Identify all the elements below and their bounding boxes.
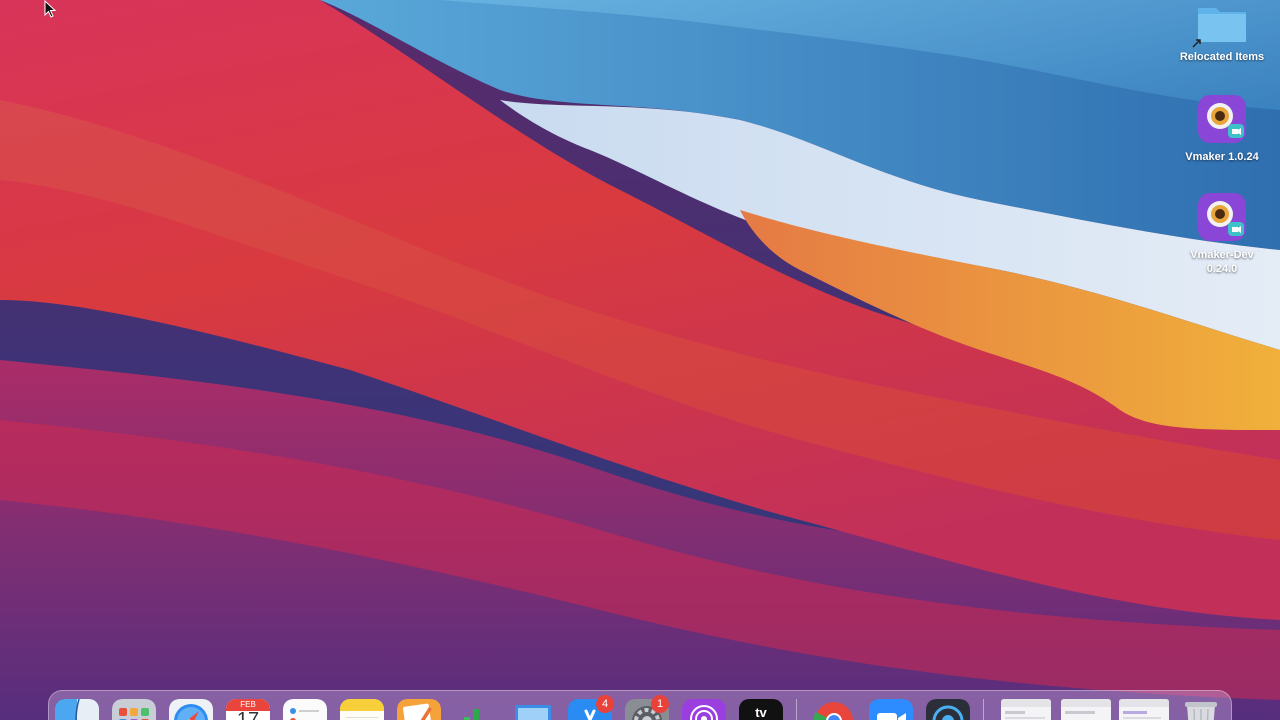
vmaker-app-icon: [1195, 92, 1249, 146]
finder-icon: [55, 699, 99, 720]
dock-item-reminders[interactable]: [283, 699, 327, 720]
app-store-badge: 4: [596, 695, 614, 713]
dock-item-minimized-window-2[interactable]: [1061, 699, 1111, 720]
desktop-icon-vmaker[interactable]: Vmaker 1.0.24: [1172, 92, 1272, 164]
vmaker-app-icon: [1195, 190, 1249, 244]
desktop-icon-label: Vmaker-Dev 0.24.0: [1190, 249, 1254, 275]
notes-icon: [340, 699, 384, 720]
dock-item-keynote[interactable]: [511, 699, 555, 720]
dock-item-launchpad[interactable]: [112, 699, 156, 720]
dock-item-calendar[interactable]: FEB 17: [226, 699, 270, 720]
desktop-icon-vmaker-dev[interactable]: Vmaker-Dev 0.24.0: [1172, 190, 1272, 276]
dock-item-finder[interactable]: [55, 699, 99, 720]
dock-separator: [983, 699, 984, 720]
zoom-icon: [869, 699, 913, 720]
window-thumbnail-icon: [1001, 699, 1051, 719]
window-thumbnail-icon: [1119, 699, 1169, 719]
dock-item-minimized-window-1[interactable]: [1001, 699, 1051, 720]
network-icon: [926, 699, 970, 720]
dock-item-zoom[interactable]: [869, 699, 913, 720]
dock-item-safari[interactable]: [169, 699, 213, 720]
numbers-icon: [464, 709, 479, 720]
dock-item-numbers[interactable]: [454, 699, 498, 720]
desktop-icon-label: Relocated Items: [1179, 51, 1265, 63]
dock-item-trash[interactable]: [1179, 699, 1223, 720]
reminders-icon: [283, 699, 327, 720]
folder-icon: [1192, 2, 1250, 48]
system-preferences-badge: 1: [651, 695, 669, 713]
desktop-wallpaper: [0, 0, 1280, 720]
alias-arrow-icon: [1192, 39, 1201, 48]
dock-item-podcasts[interactable]: [682, 699, 726, 720]
dock-item-chrome[interactable]: [812, 699, 856, 720]
dock-item-minimized-window-3[interactable]: [1119, 699, 1169, 720]
desktop: Relocated Items Vmaker 1.0.24 Vmaker-Dev…: [0, 0, 1280, 720]
safari-icon: [169, 699, 213, 720]
calendar-day: 17: [236, 709, 260, 720]
dock-separator: [796, 699, 797, 720]
trash-icon: [1185, 702, 1217, 720]
dock-item-pages[interactable]: [397, 699, 441, 720]
apple-tv-icon: tv: [755, 705, 767, 720]
desktop-icon-relocated-items[interactable]: Relocated Items: [1172, 2, 1272, 64]
desktop-icon-label: Vmaker 1.0.24: [1185, 151, 1259, 163]
window-thumbnail-icon: [1061, 699, 1111, 714]
dock-item-notes[interactable]: [340, 699, 384, 720]
pages-icon: [397, 699, 441, 720]
keynote-icon: [515, 705, 551, 720]
mouse-pointer-icon: [44, 0, 57, 18]
podcasts-icon: [682, 699, 726, 720]
dock: FEB 17 4 1 tv: [48, 690, 1232, 720]
dock-item-apple-tv[interactable]: tv: [739, 699, 783, 720]
chrome-icon: [813, 702, 853, 720]
dock-item-proxyman[interactable]: [926, 699, 970, 720]
launchpad-icon: [112, 699, 156, 720]
